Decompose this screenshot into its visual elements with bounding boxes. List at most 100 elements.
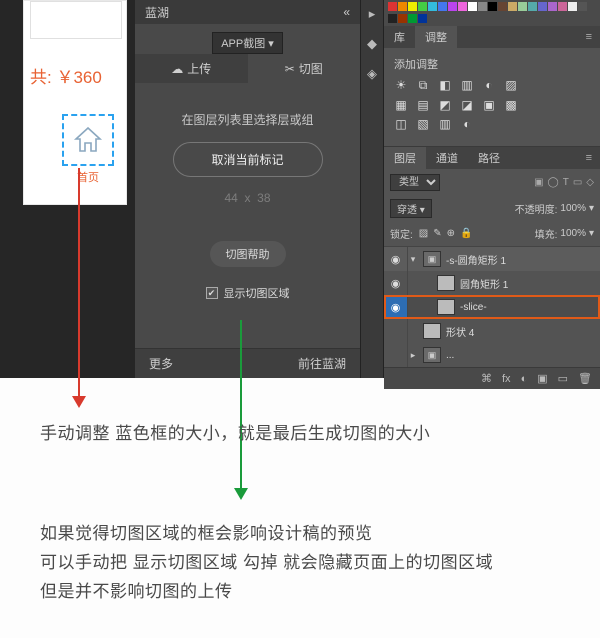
artboard: 共: ￥360 首页 — [23, 0, 127, 205]
lock-option-icon[interactable]: 🔒 — [460, 228, 472, 239]
fill-value[interactable]: 100% — [560, 228, 586, 239]
layer-filter-icon[interactable]: ◇ — [586, 177, 594, 188]
adjustment-icon[interactable]: ▦ — [394, 98, 408, 112]
strip-icon[interactable]: ◈ — [367, 66, 377, 82]
swatch[interactable] — [518, 2, 527, 11]
layer-action-icon[interactable]: ▣ — [537, 372, 547, 385]
layer-name: -s-圆角矩形 1 — [446, 252, 506, 267]
more-button[interactable]: 更多 — [149, 355, 173, 372]
swatch[interactable] — [418, 14, 427, 23]
panel-menu-icon[interactable]: ≡ — [578, 152, 600, 164]
adjustments-body: 添加调整 ☀⧉◧▥◐▨ ▦▤◩◪▣▩ ◫▧▥◐ — [384, 48, 600, 147]
swatch[interactable] — [468, 2, 477, 11]
swatch[interactable] — [478, 2, 487, 11]
swatch[interactable] — [548, 2, 557, 11]
lanhu-plugin-panel: 蓝湖 « APP截图 ▾ ☁上传 ✂切图 在图层列表里选择层或组 取消当前标记 … — [135, 0, 360, 378]
adjustment-icon[interactable]: ☀ — [394, 78, 408, 93]
adjustment-icon[interactable]: ◩ — [438, 98, 452, 112]
opacity-value[interactable]: 100% — [560, 203, 586, 214]
app-screenshot-dropdown[interactable]: APP截图 ▾ — [212, 32, 283, 54]
tab-adjustments[interactable]: 调整 — [415, 26, 457, 48]
adjustment-icon[interactable]: ▤ — [416, 98, 430, 112]
swatch[interactable] — [498, 2, 507, 11]
swatch[interactable] — [448, 2, 457, 11]
layer-action-icon[interactable]: ▭ — [558, 372, 568, 385]
tab-upload[interactable]: ☁上传 — [135, 54, 248, 83]
swatch[interactable] — [568, 2, 577, 11]
layer-row[interactable]: ▸▣... — [384, 343, 600, 367]
swatch[interactable] — [398, 14, 407, 23]
swatch[interactable] — [398, 2, 407, 11]
adjustment-icon[interactable]: ◪ — [460, 98, 474, 112]
slice-bounding-box[interactable] — [62, 114, 114, 166]
blend-mode-dropdown[interactable]: 穿透 ▾ — [390, 199, 432, 218]
visibility-eye-icon[interactable]: ◉ — [384, 295, 408, 319]
expand-caret-icon[interactable]: ▸ — [408, 350, 418, 361]
adjustment-icon[interactable]: ▥ — [438, 117, 452, 131]
layer-row[interactable]: ◉▾▣-s-圆角矩形 1 — [384, 247, 600, 271]
layer-action-icon[interactable]: ⌘ — [481, 372, 492, 385]
visibility-eye-icon[interactable] — [384, 319, 408, 343]
layer-row[interactable]: 形状 4 — [384, 319, 600, 343]
home-icon — [73, 126, 103, 154]
swatch[interactable] — [528, 2, 537, 11]
slice-help-button[interactable]: 切图帮助 — [210, 241, 286, 267]
layer-row[interactable]: ◉圆角矩形 1 — [384, 271, 600, 295]
swatch[interactable] — [428, 2, 437, 11]
adjustment-icon[interactable]: ▧ — [416, 117, 430, 131]
adjustment-icon[interactable]: ▨ — [504, 78, 518, 93]
swatch[interactable] — [388, 14, 397, 23]
layer-filter-icon[interactable]: ▣ — [534, 177, 543, 188]
swatch[interactable] — [388, 2, 397, 11]
expand-caret-icon[interactable]: ▾ — [408, 254, 418, 265]
swatch[interactable] — [408, 2, 417, 11]
goto-lanhu-button[interactable]: 前往蓝湖 — [298, 355, 346, 372]
lock-option-icon[interactable]: ⊕ — [447, 228, 455, 239]
cancel-mark-button[interactable]: 取消当前标记 — [173, 142, 323, 177]
collapse-icon[interactable]: « — [343, 5, 350, 19]
tab-paths[interactable]: 路径 — [468, 147, 510, 169]
visibility-eye-icon[interactable] — [384, 343, 408, 367]
swatch[interactable] — [578, 2, 587, 11]
tab-library[interactable]: 库 — [384, 26, 415, 48]
show-slice-area-checkbox[interactable]: ✔ — [206, 287, 218, 299]
adjustment-icon[interactable]: ▥ — [460, 78, 474, 93]
panel-menu-icon[interactable]: ≡ — [578, 31, 600, 43]
swatch[interactable] — [508, 2, 517, 11]
adjustment-icon[interactable]: ▣ — [482, 98, 496, 112]
visibility-eye-icon[interactable]: ◉ — [384, 271, 408, 295]
adjustment-icon[interactable]: ◫ — [394, 117, 408, 131]
adjustment-icon[interactable]: ▩ — [504, 98, 518, 112]
layer-list: ◉▾▣-s-圆角矩形 1◉圆角矩形 1◉-slice-形状 4▸▣... — [384, 247, 600, 367]
layer-action-icon[interactable]: ◐ — [521, 373, 528, 385]
swatch[interactable] — [558, 2, 567, 11]
layer-action-icon[interactable]: 🗑 — [578, 372, 592, 385]
layer-filter-icon[interactable]: ▭ — [573, 177, 582, 188]
layer-filter-kind[interactable]: 类型 — [390, 174, 440, 191]
swatch[interactable] — [408, 14, 417, 23]
strip-icon[interactable]: ▸ — [369, 6, 376, 22]
opacity-label: 不透明度: — [515, 201, 558, 216]
adjustment-icon[interactable]: ⧉ — [416, 78, 430, 93]
layer-thumb — [437, 299, 455, 315]
tab-slice[interactable]: ✂切图 — [248, 54, 361, 83]
layer-filter-icon[interactable]: ◯ — [548, 177, 559, 188]
swatch[interactable] — [458, 2, 467, 11]
strip-icon[interactable]: ◆ — [367, 36, 377, 52]
tab-channels[interactable]: 通道 — [426, 147, 468, 169]
lock-option-icon[interactable]: ▨ — [419, 228, 428, 239]
layer-filter-icon[interactable]: T — [563, 177, 569, 188]
adjustment-icon[interactable]: ◐ — [482, 78, 496, 93]
swatch[interactable] — [488, 2, 497, 11]
lock-option-icon[interactable]: ✎ — [433, 228, 441, 239]
layer-row[interactable]: ◉-slice- — [384, 295, 600, 319]
swatch[interactable] — [438, 2, 447, 11]
visibility-eye-icon[interactable]: ◉ — [384, 247, 408, 271]
swatch[interactable] — [418, 2, 427, 11]
tab-layers[interactable]: 图层 — [384, 147, 426, 169]
scissors-icon: ✂ — [285, 62, 295, 76]
adjustment-icon[interactable]: ◧ — [438, 78, 452, 93]
layer-action-icon[interactable]: fx — [502, 373, 511, 385]
swatch[interactable] — [538, 2, 547, 11]
adjustment-icon[interactable]: ◐ — [460, 117, 474, 131]
